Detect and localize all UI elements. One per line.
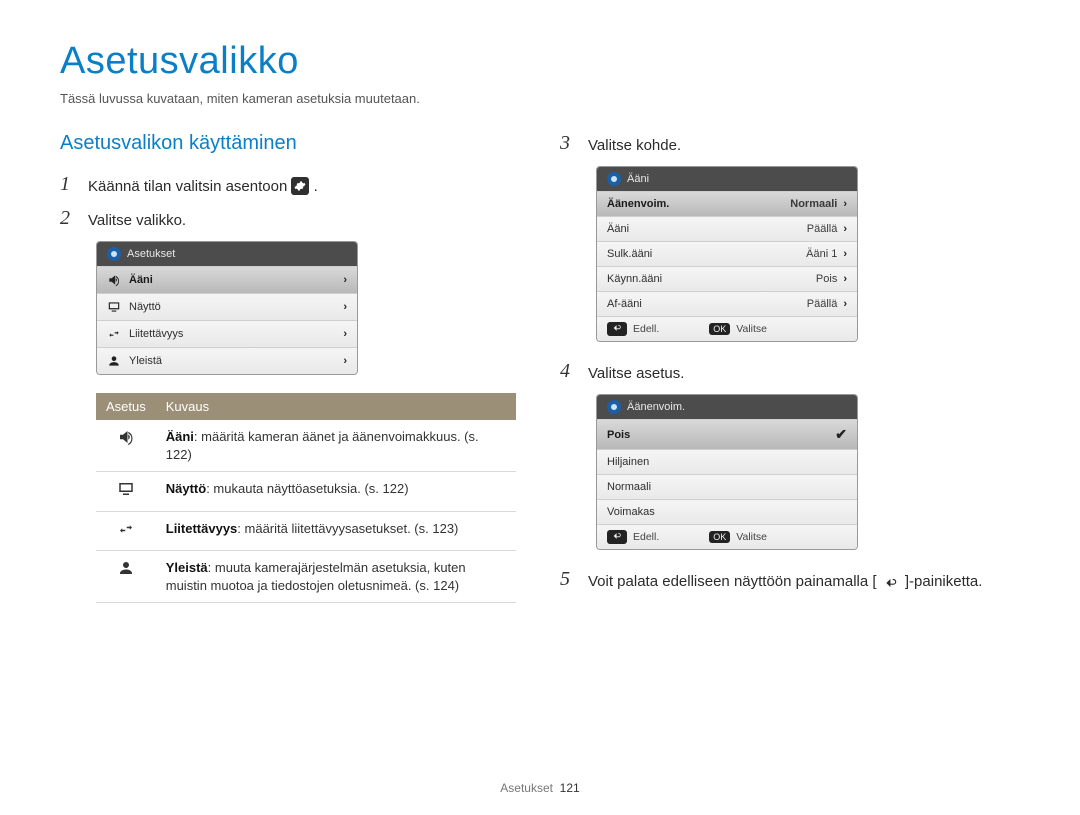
table-row: Yleistä: muuta kamerajärjestelmän asetuk… xyxy=(96,551,516,603)
settings-description-table: Asetus Kuvaus Ääni: määritä kameran ääne… xyxy=(96,393,516,603)
menu-row: Äänenvoim. Normaali › xyxy=(597,191,857,216)
monitor-icon xyxy=(107,300,121,314)
chevron-right-icon: › xyxy=(843,298,847,310)
person-icon xyxy=(96,551,156,603)
chevron-right-icon: › xyxy=(843,248,847,260)
back-icon xyxy=(881,576,901,590)
speaker-icon xyxy=(107,273,121,287)
page-footer: Asetukset 121 xyxy=(0,781,1080,795)
menu-row: Yleistä › xyxy=(97,347,357,374)
menu-row: Näyttö › xyxy=(97,293,357,320)
menu1-header: Asetukset xyxy=(127,248,175,260)
person-icon xyxy=(107,354,121,368)
menu-row: Käynn.ääni Pois › xyxy=(597,266,857,291)
page-intro: Tässä luvussa kuvataan, miten kameran as… xyxy=(60,91,1020,106)
mode-dot-icon xyxy=(107,247,121,261)
table-desc: : muuta kamerajärjestelmän asetuksia, ku… xyxy=(166,560,466,593)
step-1: 1 Käännä tilan valitsin asentoon . xyxy=(60,173,520,197)
link-icon xyxy=(107,327,121,341)
ui-screenshot-main-menu: Asetukset Ääni›Näyttö›Liitettävyys›Yleis… xyxy=(96,241,358,375)
table-row: Näyttö: mukauta näyttöasetuksia. (s. 122… xyxy=(96,472,516,512)
menu-row-label: Yleistä xyxy=(129,355,162,367)
menu1-rows: Ääni › Näyttö › Liitettävyys › Yleistä › xyxy=(97,266,357,374)
step-2: 2 Valitse valikko. xyxy=(60,207,520,231)
menu-row-label: Äänenvoim. xyxy=(607,198,669,210)
menu-row: Liitettävyys › xyxy=(97,320,357,347)
chevron-right-icon: › xyxy=(343,328,347,340)
menu-row: Normaali xyxy=(597,474,857,499)
menu-row-label: Liitettävyys xyxy=(129,328,183,340)
chevron-right-icon: › xyxy=(343,274,347,286)
table-desc: : määritä kameran äänet ja äänenvoimakku… xyxy=(166,429,479,462)
menu-row-label: Pois xyxy=(607,429,630,441)
menu-row-label: Hiljainen xyxy=(607,456,649,468)
table-term: Ääni xyxy=(166,429,194,444)
chevron-right-icon: › xyxy=(843,223,847,235)
check-icon: ✔ xyxy=(835,426,847,443)
menu2-rows: Äänenvoim. Normaali › Ääni Päällä › Sulk.ääni Ä… xyxy=(597,191,857,316)
chevron-right-icon: › xyxy=(343,301,347,313)
table-term: Näyttö xyxy=(166,481,206,496)
step-3: 3 Valitse kohde. xyxy=(560,132,1020,156)
menu-row: Af-ääni Päällä › xyxy=(597,291,857,316)
table-row: Ääni: määritä kameran äänet ja äänenvoim… xyxy=(96,420,516,472)
table-body: Ääni: määritä kameran äänet ja äänenvoim… xyxy=(96,420,516,603)
chevron-right-icon: › xyxy=(843,273,847,285)
menu-row-value: Päällä xyxy=(807,223,838,235)
table-term: Liitettävyys xyxy=(166,521,238,536)
menu-row-label: Normaali xyxy=(607,481,651,493)
back-icon xyxy=(607,530,627,544)
mode-dot-icon xyxy=(607,172,621,186)
menu-row-label: Voimakas xyxy=(607,506,655,518)
table-desc: : määritä liitettävyysasetukset. (s. 123… xyxy=(237,521,458,536)
menu-row-label: Käynn.ääni xyxy=(607,273,662,285)
back-icon xyxy=(607,322,627,336)
step-4: 4 Valitse asetus. xyxy=(560,360,1020,384)
ok-icon: OK xyxy=(709,323,730,335)
menu3-header: Äänenvoim. xyxy=(627,401,685,413)
chevron-right-icon: › xyxy=(343,355,347,367)
menu-row-value: Päällä xyxy=(807,298,838,310)
menu-row-label: Ääni xyxy=(607,223,629,235)
monitor-icon xyxy=(96,472,156,512)
menu-row-value: Normaali xyxy=(790,198,837,210)
table-head-desc: Kuvaus xyxy=(156,393,516,420)
menu-row-value: Ääni 1 xyxy=(806,248,837,260)
speaker-icon xyxy=(96,420,156,472)
menu3-rows: Pois ✔ Hiljainen Normaali Voimakas xyxy=(597,419,857,524)
table-desc: : mukauta näyttöasetuksia. (s. 122) xyxy=(206,481,408,496)
table-row: Liitettävyys: määritä liitettävyysasetuk… xyxy=(96,511,516,551)
menu-row-label: Näyttö xyxy=(129,301,161,313)
gear-icon xyxy=(291,177,309,195)
link-icon xyxy=(96,511,156,551)
menu-row-label: Ääni xyxy=(129,274,153,286)
menu-row: Pois ✔ xyxy=(597,419,857,449)
menu-row: Ääni › xyxy=(97,266,357,293)
menu-row: Voimakas xyxy=(597,499,857,524)
ui-screenshot-volume-menu: Äänenvoim. Pois ✔ Hiljainen Normaali Voimaka… xyxy=(596,394,858,550)
page-title: Asetusvalikko xyxy=(60,40,1020,83)
table-head-setting: Asetus xyxy=(96,393,156,420)
section-heading: Asetusvalikon käyttäminen xyxy=(60,132,520,155)
menu-row: Ääni Päällä › xyxy=(597,216,857,241)
menu-row: Sulk.ääni Ääni 1 › xyxy=(597,241,857,266)
menu2-header: Ääni xyxy=(627,173,649,185)
mode-dot-icon xyxy=(607,400,621,414)
table-term: Yleistä xyxy=(166,560,208,575)
menu-row-label: Af-ääni xyxy=(607,298,642,310)
ui-screenshot-sound-menu: Ääni Äänenvoim.Normaali›ÄäniPäällä›Sulk.… xyxy=(596,166,858,342)
menu-row-value: Pois xyxy=(816,273,837,285)
step-5: 5 Voit palata edelliseen näyttöön painam… xyxy=(560,568,1020,592)
ok-icon: OK xyxy=(709,531,730,543)
menu-row: Hiljainen xyxy=(597,449,857,474)
menu-row-label: Sulk.ääni xyxy=(607,248,652,260)
chevron-right-icon: › xyxy=(843,198,847,210)
